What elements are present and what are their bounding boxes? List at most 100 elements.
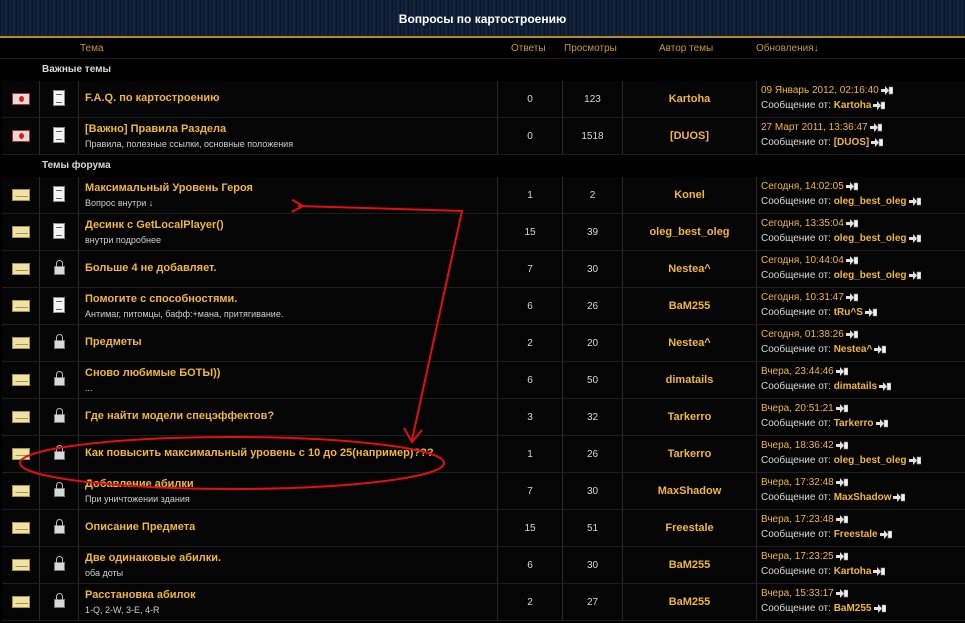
go-to-last-post-icon[interactable] bbox=[873, 603, 886, 613]
last-post-author-link[interactable]: BaM255 bbox=[834, 603, 872, 614]
last-post-author-link[interactable]: Kartoha bbox=[834, 100, 872, 111]
last-post-author-link[interactable]: oleg_best_oleg bbox=[834, 196, 907, 207]
status-cell bbox=[2, 118, 40, 154]
topic-author-link[interactable]: dimatails bbox=[666, 374, 714, 386]
go-to-last-post-icon[interactable] bbox=[835, 366, 848, 376]
last-post-author-link[interactable]: oleg_best_oleg bbox=[834, 233, 907, 244]
views-cell: 50 bbox=[563, 362, 623, 398]
topic-title-link[interactable]: Помогите с способностями. bbox=[85, 293, 237, 305]
go-to-last-post-icon[interactable] bbox=[845, 329, 858, 339]
column-updates[interactable]: Обновления↓ bbox=[756, 43, 819, 54]
go-to-last-post-icon[interactable] bbox=[835, 551, 848, 561]
last-post-author-link[interactable]: tRu^S bbox=[834, 307, 863, 318]
topic-title-link[interactable]: Максимальный Уровень Героя bbox=[85, 182, 253, 194]
topic-author-link[interactable]: MaxShadow bbox=[658, 485, 722, 497]
replies-count: 3 bbox=[527, 412, 533, 423]
topic-author-link[interactable]: Freestale bbox=[665, 522, 713, 534]
type-cell bbox=[40, 399, 79, 435]
topic-title-link[interactable]: Описание Предмета bbox=[85, 521, 195, 533]
column-author[interactable]: Автор темы bbox=[659, 43, 713, 54]
go-to-last-post-icon[interactable] bbox=[908, 196, 921, 206]
topic-cell: Десинк с GetLocalPlayer() внутри подробне… bbox=[79, 214, 498, 250]
topic-author-link[interactable]: Nestea^ bbox=[668, 337, 711, 349]
go-to-last-post-icon[interactable] bbox=[874, 344, 887, 354]
topic-title-link[interactable]: Как повысить максимальный уровень с 10 д… bbox=[85, 447, 434, 459]
topic-title-link[interactable]: Больше 4 не добавляет. bbox=[85, 262, 217, 274]
last-update-cell: Сегодня, 13:35:04 Сообщение от: oleg_best… bbox=[757, 214, 965, 250]
last-post-label: Сообщение от: bbox=[761, 492, 831, 503]
topic-author-link[interactable]: BaM255 bbox=[669, 596, 711, 608]
go-to-last-post-icon[interactable] bbox=[835, 477, 848, 487]
column-replies[interactable]: Ответы bbox=[511, 43, 546, 54]
go-to-last-post-icon[interactable] bbox=[873, 566, 886, 576]
topic-title-link[interactable]: Предметы bbox=[85, 336, 142, 348]
go-to-last-post-icon[interactable] bbox=[893, 492, 906, 502]
envelope-icon bbox=[12, 189, 30, 201]
topic-title-link[interactable]: Сново любимые БОТЫ)) bbox=[85, 367, 220, 379]
topic-title-link[interactable]: F.A.Q. по картостроению bbox=[85, 92, 220, 104]
column-topic[interactable]: Тема bbox=[80, 43, 104, 54]
go-to-last-post-icon[interactable] bbox=[845, 292, 858, 302]
topic-title-link[interactable]: Добавление абилки bbox=[85, 478, 194, 490]
topic-cell: Две одинаковые абилки. оба доты bbox=[79, 547, 498, 583]
last-post-author-link[interactable]: Tarkerro bbox=[834, 418, 874, 429]
go-to-last-post-icon[interactable] bbox=[871, 137, 884, 147]
go-to-last-post-icon[interactable] bbox=[875, 418, 888, 428]
go-to-last-post-icon[interactable] bbox=[845, 218, 858, 228]
topic-row: Максимальный Уровень Героя Вопрос внутри … bbox=[2, 177, 965, 214]
lock-icon bbox=[54, 260, 65, 275]
topic-author-link[interactable]: Tarkerro bbox=[668, 411, 712, 423]
views-count: 20 bbox=[586, 338, 599, 349]
last-post-author-link[interactable]: oleg_best_oleg bbox=[834, 270, 907, 281]
topic-title-link[interactable]: Расстановка абилок bbox=[85, 589, 196, 601]
go-to-last-post-icon[interactable] bbox=[880, 85, 893, 95]
last-post-author-link[interactable]: Freestale bbox=[834, 529, 878, 540]
go-to-last-post-icon[interactable] bbox=[873, 100, 886, 110]
topic-title-link[interactable]: Две одинаковые абилки. bbox=[85, 552, 221, 564]
page-title: Вопросы по картостроению bbox=[398, 12, 567, 26]
topic-author-link[interactable]: BaM255 bbox=[669, 559, 711, 571]
go-to-last-post-icon[interactable] bbox=[908, 270, 921, 280]
go-to-last-post-icon[interactable] bbox=[864, 307, 877, 317]
topic-title-link[interactable]: [Важно] Правила Раздела bbox=[85, 123, 226, 135]
last-post-author-link[interactable]: oleg_best_oleg bbox=[834, 455, 907, 466]
replies-cell: 1 bbox=[498, 177, 563, 213]
go-to-last-post-icon[interactable] bbox=[869, 122, 882, 132]
go-to-last-post-icon[interactable] bbox=[845, 255, 858, 265]
topic-row: Описание Предмета 15 51 Freestale Вчера, 17:… bbox=[2, 510, 965, 547]
go-to-last-post-icon[interactable] bbox=[845, 181, 858, 191]
status-cell bbox=[2, 584, 40, 620]
topic-author-link[interactable]: oleg_best_oleg bbox=[649, 226, 729, 238]
topic-author-link[interactable]: Kartoha bbox=[669, 93, 711, 105]
go-to-last-post-icon[interactable] bbox=[879, 529, 892, 539]
column-views[interactable]: Просмотры bbox=[564, 43, 617, 54]
topic-title-link[interactable]: Десинк с GetLocalPlayer() bbox=[85, 219, 224, 231]
lock-icon bbox=[54, 519, 65, 534]
go-to-last-post-icon[interactable] bbox=[835, 403, 848, 413]
go-to-last-post-icon[interactable] bbox=[835, 440, 848, 450]
envelope-icon bbox=[12, 596, 30, 608]
go-to-last-post-icon[interactable] bbox=[908, 233, 921, 243]
topic-title-link[interactable]: Где найти модели спецэффектов? bbox=[85, 410, 274, 422]
topic-author-link[interactable]: BaM255 bbox=[669, 300, 711, 312]
go-to-last-post-icon[interactable] bbox=[835, 588, 848, 598]
last-post-author-link[interactable]: Kartoha bbox=[834, 566, 872, 577]
last-post-author-link[interactable]: MaxShadow bbox=[834, 492, 892, 503]
topic-author-link[interactable]: [DUOS] bbox=[670, 130, 709, 142]
go-to-last-post-icon[interactable] bbox=[908, 455, 921, 465]
views-cell: 30 bbox=[563, 251, 623, 287]
author-cell: Nestea^ bbox=[623, 325, 757, 361]
go-to-last-post-icon[interactable] bbox=[879, 381, 892, 391]
replies-cell: 7 bbox=[498, 473, 563, 509]
last-post-author-link[interactable]: [DUOS] bbox=[834, 137, 870, 148]
go-to-last-post-icon[interactable] bbox=[835, 514, 848, 524]
envelope-icon bbox=[12, 226, 30, 238]
topic-author-link[interactable]: Tarkerro bbox=[668, 448, 712, 460]
replies-count: 6 bbox=[527, 375, 533, 386]
topic-author-link[interactable]: Konel bbox=[674, 189, 705, 201]
last-post-label: Сообщение от: bbox=[761, 529, 831, 540]
last-post-author-link[interactable]: Nestea^ bbox=[834, 344, 873, 355]
topic-author-link[interactable]: Nestea^ bbox=[668, 263, 711, 275]
last-post-author-link[interactable]: dimatails bbox=[834, 381, 877, 392]
replies-count: 0 bbox=[527, 131, 533, 142]
